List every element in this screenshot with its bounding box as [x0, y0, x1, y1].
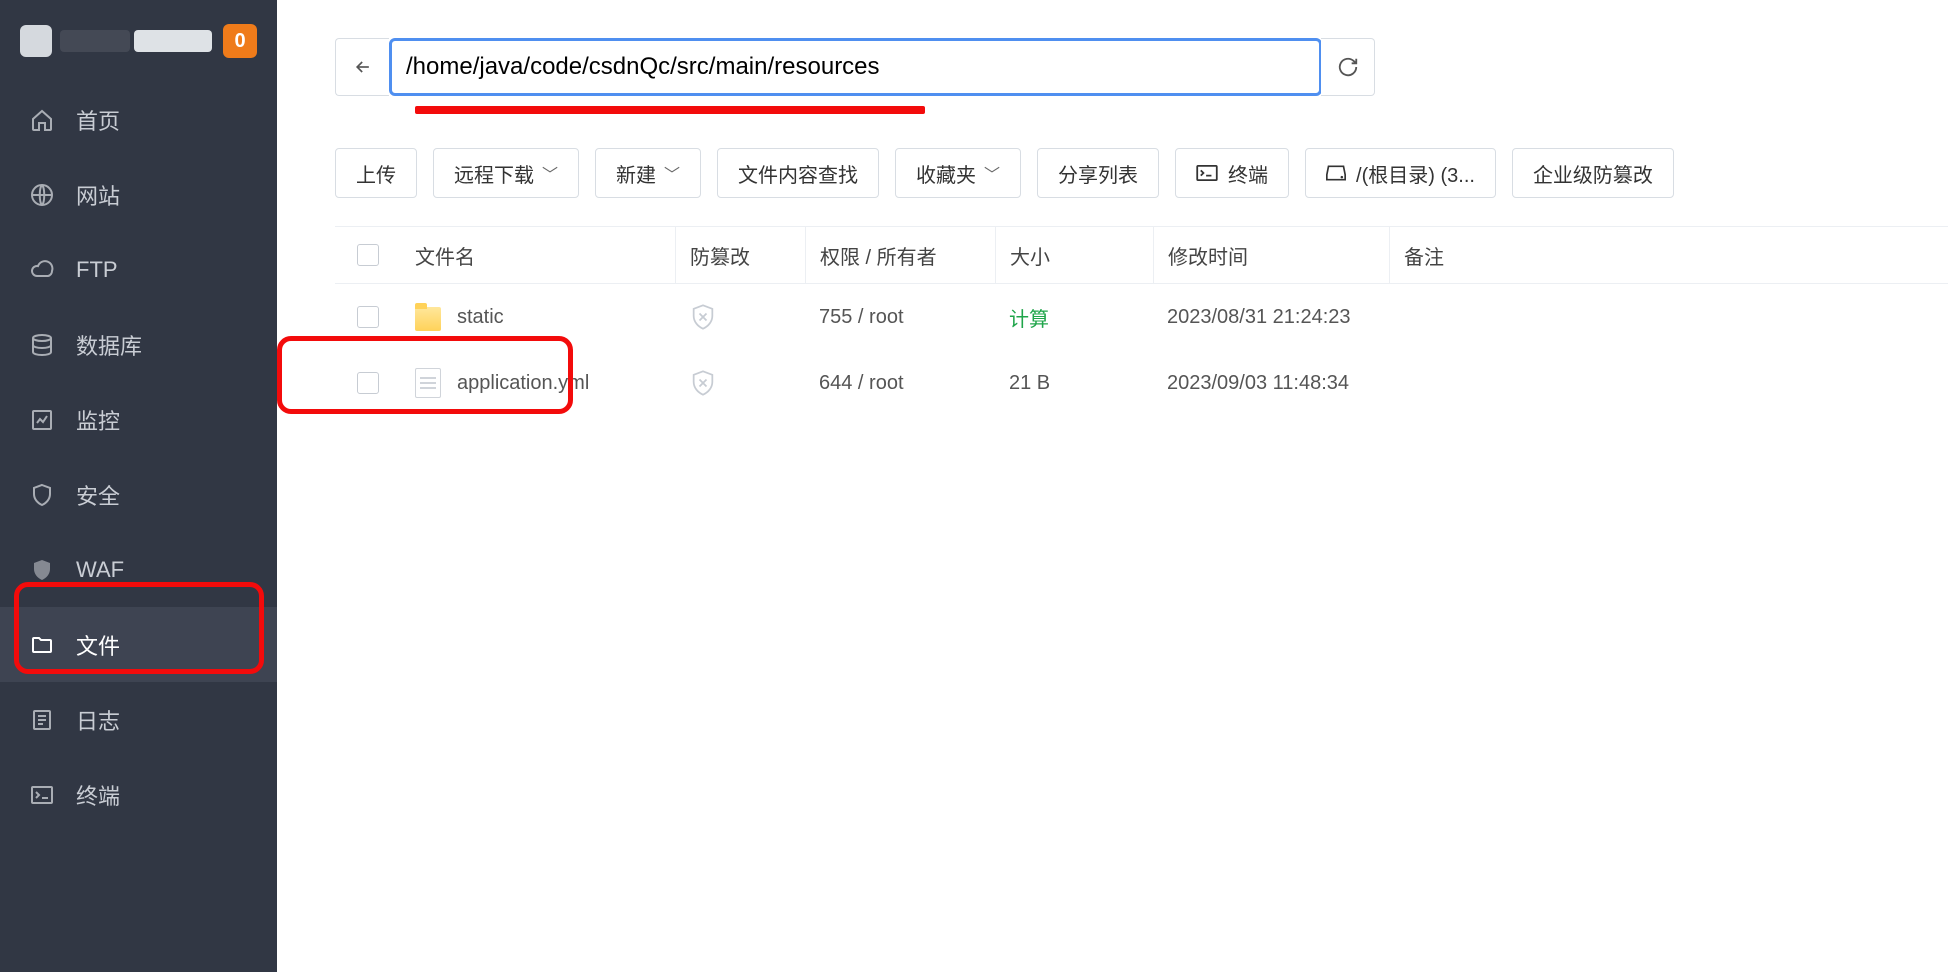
- share-list-button[interactable]: 分享列表: [1037, 148, 1159, 198]
- header-modified[interactable]: 修改时间: [1153, 227, 1389, 283]
- size-cell[interactable]: 计算: [995, 284, 1153, 350]
- sidebar-item-label: 数据库: [76, 329, 142, 361]
- cloud-icon: [28, 256, 56, 284]
- table-row[interactable]: application.yml 644 / root21 B2023/09/03 …: [335, 350, 1948, 416]
- modified-cell: 2023/08/31 21:24:23: [1153, 284, 1389, 350]
- sidebar-item-monitor[interactable]: 监控: [0, 382, 277, 457]
- table-header: 文件名 防篡改 权限 / 所有者 大小 修改时间 备注: [335, 226, 1948, 284]
- file-name: static: [457, 306, 504, 329]
- sidebar-item-label: 监控: [76, 404, 120, 436]
- new-button[interactable]: 新建 ﹀: [595, 148, 701, 198]
- tamper-shield-icon: [689, 369, 717, 397]
- sidebar-item-label: 日志: [76, 704, 120, 736]
- sidebar-item-label: 网站: [76, 179, 120, 211]
- annotation-underline: [415, 106, 925, 114]
- permission-cell: 755 / root: [805, 284, 995, 350]
- sidebar-item-terminal[interactable]: 终端: [0, 757, 277, 832]
- sidebar-item-label: 终端: [76, 779, 120, 811]
- sidebar: 0 首页网站 FTP 数据库监控安全 WAF 文件日志终端: [0, 0, 277, 972]
- sidebar-item-logs[interactable]: 日志: [0, 682, 277, 757]
- sidebar-item-label: FTP: [76, 257, 118, 283]
- notification-badge[interactable]: 0: [223, 24, 257, 58]
- header-size[interactable]: 大小: [995, 227, 1153, 283]
- refresh-button[interactable]: [1321, 38, 1375, 96]
- chevron-down-icon: ﹀: [542, 161, 558, 185]
- folder-icon: [28, 631, 56, 659]
- sidebar-item-label: 文件: [76, 629, 120, 661]
- permission-cell: 644 / root: [805, 350, 995, 416]
- root-disk-label: /(根目录) (3...: [1356, 159, 1475, 188]
- header-permission[interactable]: 权限 / 所有者: [805, 227, 995, 283]
- enterprise-tamper-button[interactable]: 企业级防篡改: [1512, 148, 1674, 198]
- sidebar-item-label: 首页: [76, 104, 120, 136]
- chevron-down-icon: ﹀: [984, 161, 1000, 185]
- note-cell: [1389, 350, 1948, 416]
- sidebar-item-security[interactable]: 安全: [0, 457, 277, 532]
- row-checkbox[interactable]: [357, 372, 379, 394]
- new-label: 新建: [616, 159, 656, 188]
- file-name: application.yml: [457, 372, 589, 395]
- tamper-shield-icon: [689, 303, 717, 331]
- header-filename[interactable]: 文件名: [415, 241, 675, 270]
- main-content: 上传 远程下载 ﹀ 新建 ﹀ 文件内容查找 收藏夹 ﹀ 分享列表 终端 /(根目录) …: [277, 0, 1948, 972]
- modified-cell: 2023/09/03 11:48:34: [1153, 350, 1389, 416]
- size-cell: 21 B: [995, 350, 1153, 416]
- sidebar-item-label: WAF: [76, 557, 124, 583]
- shield-icon: [28, 481, 56, 509]
- terminal-icon: [1196, 165, 1218, 181]
- table-row[interactable]: static 755 / root计算2023/08/31 21:24:23: [335, 284, 1948, 350]
- logo-icon: [20, 25, 52, 57]
- remote-download-button[interactable]: 远程下载 ﹀: [433, 148, 579, 198]
- header-tamper[interactable]: 防篡改: [675, 227, 805, 283]
- brand-text-blur: [60, 30, 130, 52]
- back-button[interactable]: [335, 38, 389, 96]
- sidebar-item-home[interactable]: 首页: [0, 82, 277, 157]
- terminal-button[interactable]: 终端: [1175, 148, 1289, 198]
- note-cell: [1389, 284, 1948, 350]
- sidebar-item-ftp[interactable]: FTP: [0, 232, 277, 307]
- waf-icon: [28, 556, 56, 584]
- db-icon: [28, 331, 56, 359]
- sidebar-header: 0: [0, 0, 277, 82]
- select-all-checkbox[interactable]: [357, 244, 379, 266]
- sidebar-item-waf[interactable]: WAF: [0, 532, 277, 607]
- root-disk-button[interactable]: /(根目录) (3...: [1305, 148, 1496, 198]
- chart-icon: [28, 406, 56, 434]
- favorites-label: 收藏夹: [916, 159, 976, 188]
- upload-button[interactable]: 上传: [335, 148, 417, 198]
- file-icon: [415, 368, 441, 398]
- folder-icon: [415, 307, 441, 331]
- header-note[interactable]: 备注: [1389, 227, 1948, 283]
- sidebar-item-database[interactable]: 数据库: [0, 307, 277, 382]
- log-icon: [28, 706, 56, 734]
- remote-download-label: 远程下载: [454, 159, 534, 188]
- terminal-label: 终端: [1228, 159, 1268, 188]
- globe-icon: [28, 181, 56, 209]
- term-icon: [28, 781, 56, 809]
- sidebar-item-files[interactable]: 文件: [0, 607, 277, 682]
- disk-icon: [1326, 164, 1346, 182]
- brand-text-blur: [134, 30, 212, 52]
- toolbar: 上传 远程下载 ﹀ 新建 ﹀ 文件内容查找 收藏夹 ﹀ 分享列表 终端 /(根目录) …: [335, 148, 1948, 198]
- content-search-button[interactable]: 文件内容查找: [717, 148, 879, 198]
- sidebar-item-label: 安全: [76, 479, 120, 511]
- home-icon: [28, 106, 56, 134]
- favorites-button[interactable]: 收藏夹 ﹀: [895, 148, 1021, 198]
- path-bar: [335, 38, 1375, 96]
- path-input[interactable]: [389, 38, 1322, 96]
- sidebar-item-website[interactable]: 网站: [0, 157, 277, 232]
- row-checkbox[interactable]: [357, 306, 379, 328]
- chevron-down-icon: ﹀: [664, 161, 680, 185]
